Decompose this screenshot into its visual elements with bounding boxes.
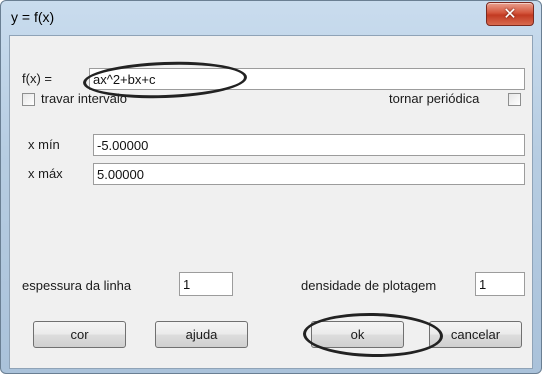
function-input[interactable]: [89, 68, 525, 90]
line-thickness-label: espessura da linha: [22, 278, 132, 293]
plot-density-label: densidade de plotagem: [301, 278, 437, 293]
dialog-window: y = f(x) ✕ f(x) = travar intervalo torna…: [0, 0, 542, 374]
periodic-checkbox[interactable]: [508, 93, 521, 106]
window-title: y = f(x): [11, 9, 55, 25]
dialog-body: f(x) = travar intervalo tornar periódica…: [9, 35, 533, 369]
plot-density-input[interactable]: [475, 272, 525, 296]
ok-button[interactable]: ok: [311, 321, 404, 348]
cancel-button[interactable]: cancelar: [429, 321, 522, 348]
help-button[interactable]: ajuda: [155, 321, 248, 348]
xmin-label: x mín: [28, 137, 60, 152]
xmin-input[interactable]: [93, 134, 525, 156]
lock-interval-checkbox[interactable]: [22, 93, 35, 106]
close-icon: ✕: [503, 4, 517, 23]
close-button[interactable]: ✕: [486, 2, 534, 26]
function-label: f(x) =: [22, 71, 52, 86]
line-thickness-input[interactable]: [179, 272, 233, 296]
color-button[interactable]: cor: [33, 321, 126, 348]
xmax-label: x máx: [28, 166, 63, 181]
periodic-label: tornar periódica: [389, 91, 480, 106]
lock-interval-label: travar intervalo: [41, 91, 127, 106]
xmax-input[interactable]: [93, 163, 525, 185]
title-bar[interactable]: y = f(x) ✕: [1, 1, 541, 35]
